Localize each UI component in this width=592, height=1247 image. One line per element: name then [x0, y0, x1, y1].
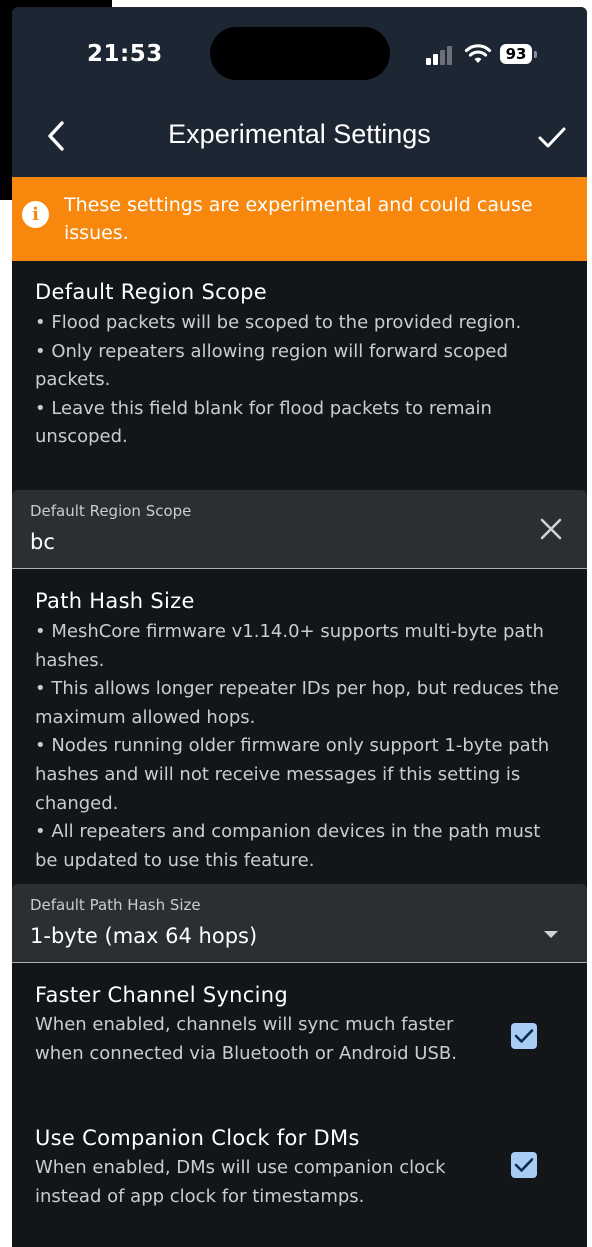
- path-hash-dropdown[interactable]: Default Path Hash Size 1-byte (max 64 ho…: [12, 884, 587, 963]
- checkmark-icon: [514, 1029, 534, 1043]
- dynamic-island: [210, 27, 390, 80]
- path-hash-bullet: • All repeaters and companion devices in…: [35, 821, 541, 871]
- path-hash-bullet: • This allows longer repeater IDs per ho…: [35, 678, 559, 728]
- status-time: 21:53: [87, 41, 163, 67]
- path-hash-selected-value: 1-byte (max 64 hops): [30, 924, 258, 948]
- region-scope-field[interactable]: Default Region Scope bc: [12, 490, 587, 569]
- app-header: 21:53 93 Experimental Settings: [12, 7, 587, 177]
- warning-text: These settings are experimental and coul…: [64, 194, 533, 244]
- region-scope-description: • Flood packets will be scoped to the pr…: [35, 309, 565, 452]
- status-icons: 93: [422, 41, 552, 69]
- companion-clock-title: Use Companion Clock for DMs: [35, 1126, 360, 1150]
- path-hash-bullet: • Nodes running older firmware only supp…: [35, 735, 550, 814]
- path-hash-bullet: • MeshCore firmware v1.14.0+ supports mu…: [35, 621, 544, 671]
- page-title: Experimental Settings: [168, 119, 431, 149]
- companion-clock-checkbox[interactable]: [511, 1152, 537, 1178]
- region-scope-input[interactable]: bc: [30, 530, 55, 554]
- app-screen: 21:53 93 Experimental Settings i These s…: [12, 7, 587, 1247]
- region-scope-bullet: • Only repeaters allowing region will fo…: [35, 340, 508, 391]
- path-hash-field-label: Default Path Hash Size: [30, 896, 201, 914]
- save-button[interactable]: [536, 123, 568, 153]
- region-scope-field-label: Default Region Scope: [30, 502, 192, 520]
- signal-icon: [426, 45, 456, 65]
- faster-sync-title: Faster Channel Syncing: [35, 983, 289, 1007]
- close-icon: [540, 518, 562, 540]
- region-scope-bullet: • Flood packets will be scoped to the pr…: [35, 312, 522, 333]
- wifi-icon: [464, 44, 492, 63]
- battery-tip: [534, 51, 537, 58]
- path-hash-title: Path Hash Size: [35, 589, 195, 613]
- battery-icon: 93: [500, 44, 532, 64]
- region-scope-title: Default Region Scope: [35, 280, 267, 304]
- info-icon: i: [22, 201, 49, 228]
- checkmark-icon: [538, 127, 566, 148]
- faster-sync-description: When enabled, channels will sync much fa…: [35, 1014, 457, 1064]
- clear-button[interactable]: [538, 516, 564, 542]
- warning-banner: i These settings are experimental and co…: [12, 177, 587, 261]
- path-hash-description: • MeshCore firmware v1.14.0+ supports mu…: [35, 618, 565, 875]
- checkmark-icon: [514, 1158, 534, 1172]
- dropdown-arrow-icon: [544, 931, 558, 938]
- region-scope-bullet: • Leave this field blank for flood packe…: [35, 397, 492, 448]
- companion-clock-description: When enabled, DMs will use companion clo…: [35, 1157, 446, 1207]
- faster-sync-checkbox[interactable]: [511, 1023, 537, 1049]
